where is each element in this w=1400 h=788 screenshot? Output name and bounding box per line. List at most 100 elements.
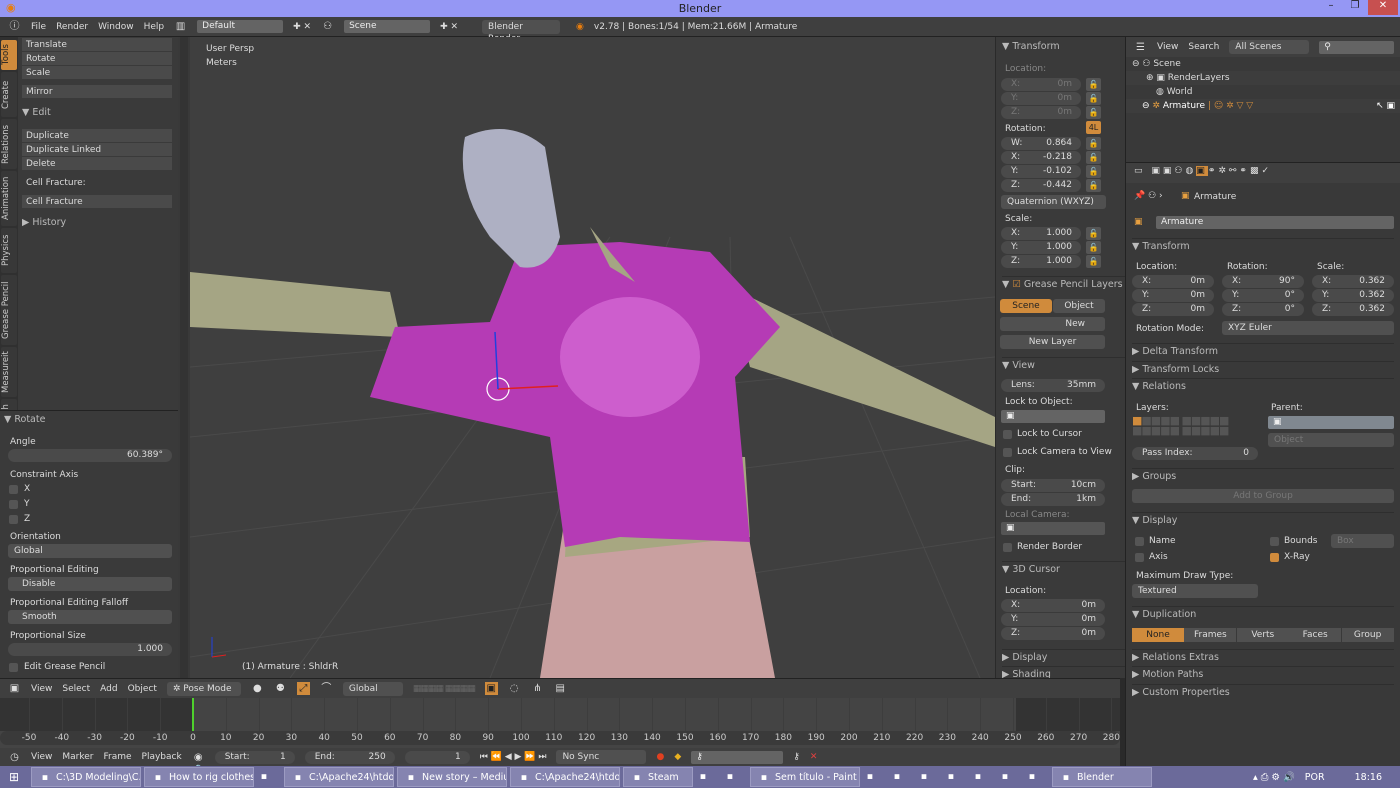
obj-rotation-z-field[interactable]: Z: 0° (1222, 303, 1304, 316)
tab-physics[interactable]: Physics (1, 228, 17, 273)
tab-relations[interactable]: Relations (1, 119, 17, 169)
custom-properties-header[interactable]: ▶ Custom Properties (1132, 684, 1394, 698)
proportional-icon[interactable]: ◌ (508, 682, 521, 695)
taskbar-item[interactable]: ▪ (257, 767, 281, 787)
duplication-header[interactable]: ▼ Duplication (1132, 606, 1394, 620)
taskbar-item[interactable]: ▪ (917, 767, 941, 787)
axis-checkbox[interactable] (1135, 553, 1144, 562)
sync-select[interactable]: No Sync (556, 750, 647, 764)
rotation-4l-toggle[interactable]: 4L (1086, 121, 1101, 134)
menu-view[interactable]: View (31, 684, 52, 694)
outliner-item-scene[interactable]: ⊖ ⚇ Scene (1126, 57, 1400, 71)
minimize-button[interactable]: – (1318, 0, 1344, 15)
outliner-view-menu[interactable]: View (1157, 42, 1178, 52)
proportional-size-field[interactable]: 1.000 (8, 643, 172, 656)
manipulator-icon[interactable]: ⤢ (296, 682, 310, 695)
close-button[interactable]: ✕ (1368, 0, 1398, 15)
properties-tabs[interactable]: ▭ ▣▣⚇◍▣⚭✲⚯⚭▩✓ (1126, 163, 1400, 183)
parent-field[interactable]: ▣ (1268, 416, 1394, 429)
outliner-item-renderlayers[interactable]: ⊕ ▣ RenderLayers (1126, 71, 1400, 85)
object-tab-icon[interactable]: ▣ (1196, 166, 1208, 176)
gp-checkbox[interactable]: ☑ (1012, 279, 1024, 290)
rotation-z-field[interactable]: Z: -0.442 (1001, 179, 1081, 192)
object-transform-header[interactable]: ▼ Transform (1132, 238, 1394, 252)
lock-icon[interactable]: 🔓 (1086, 137, 1101, 150)
delete-key-icon[interactable]: ✕ (810, 752, 818, 762)
taskbar-item[interactable]: ▪ C:\Apache24\htdo... (284, 767, 394, 787)
object-name-input[interactable]: Armature (1156, 216, 1394, 229)
taskbar-item[interactable]: ▪ (696, 767, 720, 787)
rotate-manipulator-icon[interactable]: ⌒ (320, 682, 333, 695)
obj-location-y-field[interactable]: Y: 0m (1132, 289, 1214, 302)
history-panel-header[interactable]: ▶ History (22, 217, 172, 228)
rotation-mode-select[interactable]: Quaternion (WXYZ) (1001, 195, 1106, 209)
taskbar-item[interactable]: ▪ Steam (623, 767, 693, 787)
lock-icon[interactable]: 🔓 (1086, 106, 1101, 119)
shading-icon[interactable]: ● (251, 682, 264, 695)
tool-shelf-scrollbar[interactable] (180, 37, 188, 678)
taskbar-item[interactable]: ▪ (723, 767, 747, 787)
tab-tools[interactable]: Tools (1, 40, 17, 70)
delete-button[interactable]: Delete (22, 157, 172, 171)
lock-icon[interactable]: 🔓 (1086, 241, 1101, 254)
gp-object-button[interactable]: Object (1053, 299, 1105, 313)
taskbar-item[interactable]: ▪ Blender (1052, 767, 1152, 787)
rotation-w-field[interactable]: W: 0.864 (1001, 137, 1081, 150)
lock-icon[interactable]: 🔓 (1086, 151, 1101, 164)
menu-marker[interactable]: Marker (62, 752, 93, 762)
current-frame-indicator[interactable] (192, 698, 194, 731)
screen-layout-icon[interactable]: ▥ (174, 20, 187, 33)
lock-icon[interactable]: 🔓 (1086, 227, 1101, 240)
location-x-field[interactable]: X: 0m (1001, 78, 1081, 91)
layout-field[interactable]: Default (197, 20, 284, 33)
lock-icon[interactable]: 🔓 (1086, 92, 1101, 105)
rotation-mode-select[interactable]: XYZ Euler (1222, 321, 1394, 335)
scale-z-field[interactable]: Z: 1.000 (1001, 255, 1081, 268)
maximize-button[interactable]: ❐ (1342, 0, 1368, 15)
obj-location-z-field[interactable]: Z: 0m (1132, 303, 1214, 316)
rotation-y-field[interactable]: Y: -0.102 (1001, 165, 1081, 178)
clip-start-field[interactable]: Start: 10cm (1001, 479, 1105, 492)
taskbar-item[interactable]: ▪ Sem título - Paint (750, 767, 860, 787)
max-draw-type-select[interactable]: Textured (1132, 584, 1258, 598)
outliner-search-menu[interactable]: Search (1188, 42, 1219, 52)
menu-playback[interactable]: Playback (142, 752, 182, 762)
duplicate-linked-button[interactable]: Duplicate Linked (22, 143, 172, 157)
taskbar-item[interactable]: ▪ New story – Mediu... (397, 767, 507, 787)
taskbar-item[interactable]: ▪ (1025, 767, 1049, 787)
location-y-field[interactable]: Y: 0m (1001, 92, 1081, 105)
obj-scale-x-field[interactable]: X: 0.362 (1312, 275, 1394, 288)
taskbar-item[interactable]: ▪ C:\Apache24\htdo... (510, 767, 620, 787)
frame-ruler[interactable]: -50 -40 -30 -20 -10 0 10 20 30 40 50 60 70 80 90 100 110… (0, 731, 1120, 745)
taskbar-item[interactable]: ▪ (863, 767, 887, 787)
transform-locks-header[interactable]: ▶ Transform Locks (1132, 361, 1394, 375)
preview-range-icon[interactable]: ◉🔒 (192, 751, 205, 776)
menu-file[interactable]: File (31, 22, 46, 32)
obj-rotation-x-field[interactable]: X: 90° (1222, 275, 1304, 288)
playback-controls[interactable]: ⏮ ⏪ ◀ ▶ ⏩ ⏭ (480, 752, 547, 762)
taskbar-item[interactable]: ▪ (998, 767, 1022, 787)
local-camera-field[interactable]: ▣ (1001, 522, 1105, 535)
add-to-group-button[interactable]: Add to Group (1132, 489, 1394, 503)
duplication-group-button[interactable]: Group (1341, 628, 1394, 642)
lock-icon[interactable]: 🔓 (1086, 78, 1101, 91)
lock-camera-checkbox[interactable] (1003, 448, 1012, 457)
name-checkbox[interactable] (1135, 537, 1144, 546)
keyframe-icon[interactable]: ◆ (674, 752, 681, 762)
taskbar-item[interactable]: ▪ C:\3D Modeling\C... (31, 767, 141, 787)
clock[interactable]: 18:16 (1355, 772, 1382, 783)
scale-button[interactable]: Scale (22, 66, 172, 80)
tray-icons[interactable]: ▴ ⎙ ⚙ 🔊 (1253, 772, 1295, 783)
xray-checkbox[interactable] (1270, 553, 1279, 562)
constraint-y-checkbox[interactable] (9, 500, 18, 509)
menu-object[interactable]: Object (128, 684, 157, 694)
cell-fracture-button[interactable]: Cell Fracture (22, 195, 172, 209)
constraint-z-checkbox[interactable] (9, 515, 18, 524)
lock-icon[interactable]: 🔓 (1086, 165, 1101, 178)
start-frame-field[interactable]: Start: 1 (214, 750, 295, 764)
outliner-editor-icon[interactable]: ☰ (1134, 41, 1147, 54)
tab-measureit[interactable]: Measureit (1, 347, 17, 397)
lens-field[interactable]: Lens: 35mm (1001, 379, 1105, 392)
menu-window[interactable]: Window (98, 22, 134, 32)
duplication-verts-button[interactable]: Verts (1236, 628, 1289, 642)
